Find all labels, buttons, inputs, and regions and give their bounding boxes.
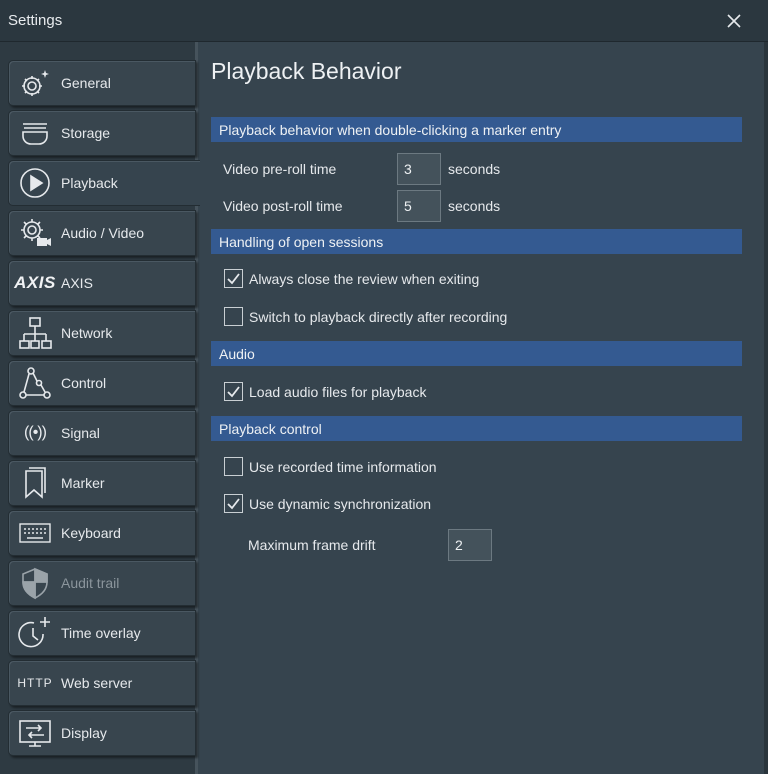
max-drift-input[interactable]: 2 (448, 529, 492, 561)
axis-logo-icon: AXIS (14, 273, 56, 292)
keyboard-icon (9, 510, 61, 556)
sidebar-item-label: Audio / Video (61, 225, 145, 241)
sidebar-item-label: General (61, 75, 111, 91)
display-icon (9, 710, 61, 756)
shield-icon (9, 560, 61, 606)
postroll-row: Video post-roll time 5 seconds (223, 190, 500, 222)
sidebar-item-audit-trail: Audit trail (8, 560, 196, 606)
max-drift-row: Maximum frame drift 2 (248, 529, 492, 561)
sidebar-item-signal[interactable]: ((•)) Signal (8, 410, 196, 456)
preroll-row: Video pre-roll time 3 seconds (223, 153, 500, 185)
sidebar-item-label: Display (61, 725, 107, 741)
play-circle-icon (9, 160, 61, 206)
close-review-checkbox[interactable] (224, 269, 243, 288)
sidebar-item-control[interactable]: Control (8, 360, 196, 406)
dynamic-sync-row: Use dynamic synchronization (224, 494, 431, 513)
content-panel: Playback Behavior Playback behavior when… (198, 42, 768, 774)
switch-playback-checkbox[interactable] (224, 307, 243, 326)
dynamic-sync-checkbox[interactable] (224, 494, 243, 513)
switch-playback-row: Switch to playback directly after record… (224, 307, 507, 326)
recorded-time-label: Use recorded time information (249, 458, 437, 475)
window-title: Settings (8, 12, 63, 29)
dynamic-sync-label: Use dynamic synchronization (249, 495, 432, 512)
sidebar-item-web-server[interactable]: HTTP Web server (8, 660, 196, 706)
preroll-input[interactable]: 3 (397, 153, 441, 185)
recorded-time-row: Use recorded time information (224, 457, 437, 476)
page-title: Playback Behavior (211, 58, 402, 84)
sidebar-item-playback[interactable]: Playback (8, 160, 200, 206)
gear-sparkle-icon (9, 60, 61, 106)
title-bar: Settings (0, 0, 768, 42)
close-review-row: Always close the review when exiting (224, 269, 479, 288)
window-edge (764, 42, 768, 774)
sidebar-item-label: Playback (61, 175, 118, 191)
preroll-unit: seconds (448, 161, 501, 177)
sidebar-item-label: Audit trail (61, 575, 120, 591)
checkmark-icon (227, 273, 240, 285)
sidebar-item-label: Control (61, 375, 107, 391)
postroll-unit: seconds (448, 198, 501, 214)
sidebar-item-display[interactable]: Display (8, 710, 196, 756)
checkmark-icon (227, 498, 240, 510)
max-drift-label: Maximum frame drift (248, 537, 376, 553)
preroll-label: Video pre-roll time (223, 161, 337, 177)
sidebar-item-network[interactable]: Network (8, 310, 196, 356)
sidebar-item-label: Keyboard (61, 525, 121, 541)
sidebar-item-general[interactable]: General (8, 60, 196, 106)
recorded-time-checkbox[interactable] (224, 457, 243, 476)
section-header-marker: Playback behavior when double-clicking a… (211, 117, 742, 142)
http-logo-icon: HTTP (17, 676, 53, 690)
sidebar-item-label: Network (61, 325, 113, 341)
postroll-label: Video post-roll time (223, 198, 343, 214)
settings-sidebar: General Storage Playback Audio / Video A… (0, 42, 200, 774)
sidebar-item-label: Web server (61, 675, 133, 691)
load-audio-row: Load audio files for playback (224, 382, 426, 401)
sidebar-item-label: Time overlay (61, 625, 141, 641)
switch-playback-label: Switch to playback directly after record… (249, 308, 508, 325)
checkmark-icon (227, 386, 240, 398)
load-audio-checkbox[interactable] (224, 382, 243, 401)
section-header-sessions: Handling of open sessions (211, 229, 742, 254)
bookmark-icon (9, 460, 61, 506)
section-header-audio: Audio (211, 341, 742, 366)
gear-camera-icon (9, 210, 61, 256)
storage-tray-icon (9, 110, 61, 156)
sidebar-item-storage[interactable]: Storage (8, 110, 196, 156)
sidebar-item-label: Signal (61, 425, 100, 441)
sidebar-item-keyboard[interactable]: Keyboard (8, 510, 196, 556)
load-audio-label: Load audio files for playback (249, 383, 427, 400)
network-tree-icon (9, 310, 61, 356)
section-header-control: Playback control (211, 416, 742, 441)
close-button[interactable] (722, 9, 746, 33)
close-icon (727, 13, 741, 28)
sidebar-item-axis[interactable]: AXIS AXIS (8, 260, 196, 306)
sidebar-item-audio-video[interactable]: Audio / Video (8, 210, 196, 256)
close-review-label: Always close the review when exiting (249, 270, 480, 287)
sidebar-item-label: AXIS (61, 275, 93, 291)
sidebar-item-label: Storage (61, 125, 111, 141)
sidebar-item-marker[interactable]: Marker (8, 460, 196, 506)
sidebar-item-time-overlay[interactable]: Time overlay (8, 610, 196, 656)
signal-broadcast-icon: ((•)) (24, 424, 47, 441)
postroll-input[interactable]: 5 (397, 190, 441, 222)
clock-plus-icon (9, 610, 61, 656)
sidebar-item-label: Marker (61, 475, 105, 491)
control-nodes-icon (9, 360, 61, 406)
